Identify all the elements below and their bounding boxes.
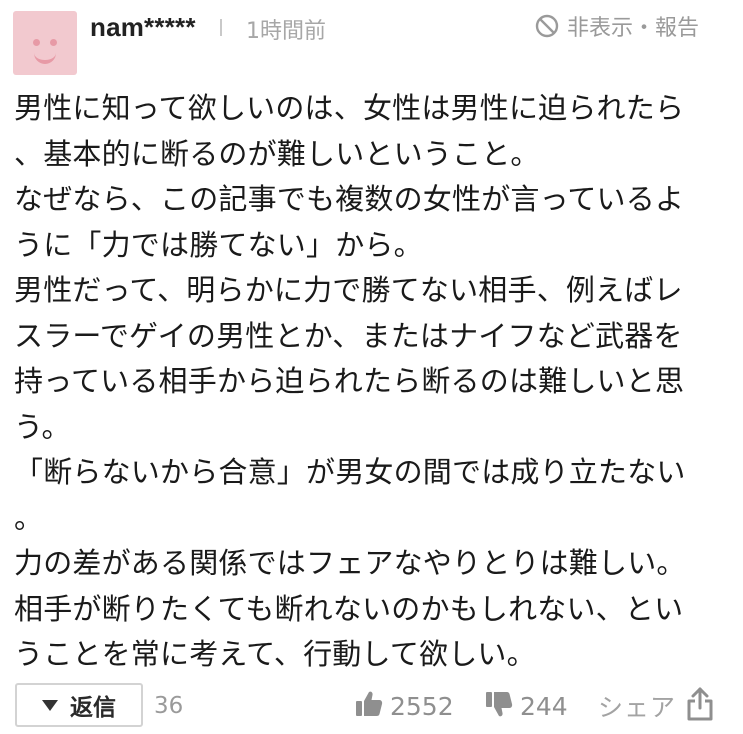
comment-line: 持っている相手から迫られたら断るのは難しいと思 [14, 364, 685, 398]
header-divider [220, 19, 222, 36]
comment-line: うことを常に考えて、行動して欲しい。 [14, 637, 536, 671]
reply-label: 返信 [70, 695, 116, 721]
avatar-left-eye [33, 39, 40, 46]
comment-line: う。 [14, 409, 71, 444]
reply-count: 36 [154, 693, 184, 719]
comment-body: 男性に知って欲しいのは、女性は男性に迫られたら 、基本的に断るのが難しいというこ… [14, 86, 714, 678]
reply-button[interactable]: 返信 [15, 683, 143, 727]
share-button[interactable]: シェア [598, 686, 714, 726]
share-icon [686, 686, 714, 726]
comment-line: 相手が断りたくても断れないのかもしれない、とい [14, 591, 684, 626]
like-button[interactable]: 2552 [354, 686, 454, 726]
dislike-count: 244 [520, 691, 568, 721]
hide-report-label: 非表示・報告 [567, 16, 700, 41]
dislike-button[interactable]: 244 [484, 686, 568, 726]
comment-line: 「断らないから合意」が男女の間では成り立たない [14, 455, 686, 489]
comment-line: うに「力では勝てない」から。 [14, 227, 423, 262]
comment-line: 男性だって、明らかに力で勝てない相手、例えばレ [14, 273, 683, 307]
avatar[interactable] [13, 11, 77, 75]
prohibited-icon [535, 14, 559, 38]
avatar-mouth [34, 51, 56, 64]
comment-line: 、基本的に断るのが難しいということ。 [14, 136, 540, 171]
comment-line: 力の差がある関係ではフェアなやりとりは難しい。 [14, 546, 686, 580]
comment-line: 男性に知って欲しいのは、女性は男性に迫られたら [14, 91, 685, 125]
thumbs-up-icon [354, 689, 384, 723]
comment-line: スラーでゲイの男性とか、またはナイフなど武器を [14, 318, 683, 353]
username[interactable]: nam***** [90, 12, 196, 43]
comment-line: 。 [14, 500, 44, 535]
caret-down-icon [42, 699, 58, 711]
avatar-right-eye [50, 39, 57, 46]
post-time: 1時間前 [246, 19, 326, 44]
like-count: 2552 [390, 691, 454, 721]
share-label: シェア [598, 693, 677, 722]
thumbs-down-icon [484, 689, 514, 723]
hide-report-button[interactable]: 非表示・報告 [535, 11, 699, 41]
comment-line: なぜなら、この記事でも複数の女性が言っているよ [14, 182, 685, 216]
